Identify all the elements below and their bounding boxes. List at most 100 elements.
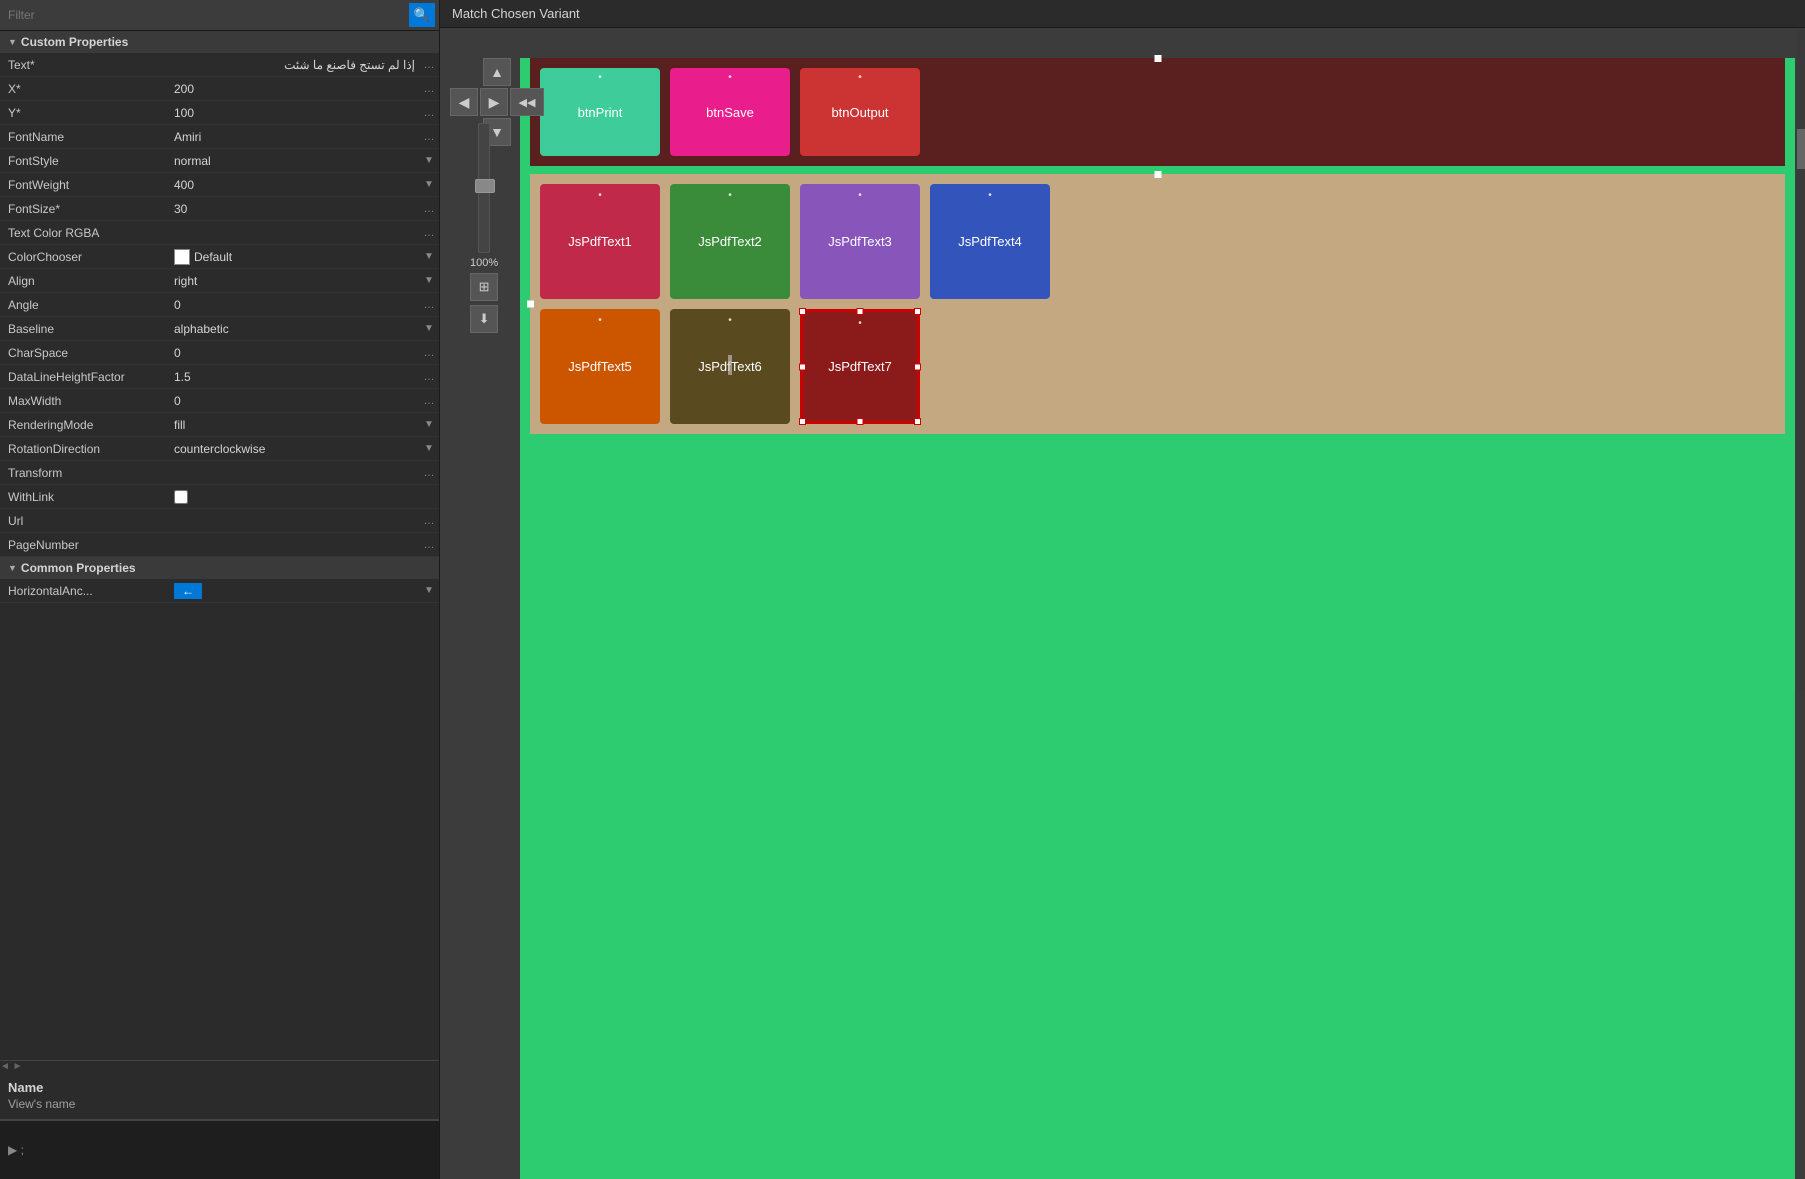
triangle-icon: ▼ — [8, 37, 17, 47]
pdf-text-4[interactable]: JsPdfText4 — [930, 184, 1050, 299]
prop-dropdown-fontweight[interactable]: ▼ — [419, 175, 439, 195]
prop-label-url: Url — [0, 511, 170, 531]
pdf-text-3[interactable]: JsPdfText3 — [800, 184, 920, 299]
pdf-text-1[interactable]: JsPdfText1 — [540, 184, 660, 299]
btn-save[interactable]: btnSave — [670, 68, 790, 156]
common-properties-header[interactable]: ▼ Common Properties — [0, 557, 439, 579]
right-panel: Match Chosen Variant ▲ ◀ ▶ ◀◀ ▼ 100% ⊞ ⬇ — [440, 0, 1805, 1179]
prop-row-textcolor: Text Color RGBA … — [0, 221, 439, 245]
section-handle-top — [1154, 55, 1161, 62]
triangle-icon-common: ▼ — [8, 563, 17, 573]
prop-row-horizontalanchor: HorizontalAnc... ← ▼ — [0, 579, 439, 603]
prop-dropdown-colorchooser[interactable]: ▼ — [419, 247, 439, 267]
prop-value-x: 200 — [170, 79, 419, 99]
btn-print[interactable]: btnPrint — [540, 68, 660, 156]
handle-rc — [914, 363, 921, 370]
pdf-text-5-label: JsPdfText5 — [568, 359, 632, 374]
prop-btn-datalineheight[interactable]: … — [419, 367, 439, 387]
prop-btn-angle[interactable]: … — [419, 295, 439, 315]
bottom-section-handle-top — [1154, 171, 1161, 178]
pdf-text-2[interactable]: JsPdfText2 — [670, 184, 790, 299]
pdf-text-5[interactable]: JsPdfText5 — [540, 309, 660, 424]
color-swatch — [174, 249, 190, 265]
prop-row-rotationdirection: RotationDirection counterclockwise ▼ — [0, 437, 439, 461]
name-label: Name — [8, 1080, 431, 1095]
prop-label-align: Align — [0, 271, 170, 291]
btn-output[interactable]: btnOutput — [800, 68, 920, 156]
prop-btn-text[interactable]: … — [419, 55, 439, 75]
btn-print-label: btnPrint — [578, 105, 623, 120]
prop-btn-maxwidth[interactable]: … — [419, 391, 439, 411]
prop-row-text: Text* إذا لم تستج فاصنع ما شئت … — [0, 53, 439, 77]
pdf-row-2: JsPdfText5 JsPdfText6 — [540, 309, 1775, 424]
filter-search-button[interactable]: 🔍 — [409, 3, 435, 27]
nav-up-button[interactable]: ▲ — [483, 58, 511, 86]
prop-dropdown-horizontalanchor[interactable]: ▼ — [419, 581, 439, 601]
zoom-fit-button[interactable]: ⊞ — [470, 273, 498, 301]
prop-btn-transform[interactable]: … — [419, 463, 439, 483]
prop-label-rotationdirection: RotationDirection — [0, 439, 170, 459]
prop-row-baseline: Baseline alphabetic ▼ — [0, 317, 439, 341]
top-bar-title: Match Chosen Variant — [452, 6, 580, 21]
zoom-slider-thumb[interactable] — [475, 179, 495, 193]
prop-label-withlink: WithLink — [0, 487, 170, 507]
prop-label-fontname: FontName — [0, 127, 170, 147]
prop-btn-url[interactable]: … — [419, 511, 439, 531]
prop-row-maxwidth: MaxWidth 0 … — [0, 389, 439, 413]
nav-left-button[interactable]: ◀ — [450, 88, 478, 116]
prop-dropdown-align[interactable]: ▼ — [419, 271, 439, 291]
prop-row-colorchooser: ColorChooser Default ▼ — [0, 245, 439, 269]
nav-right-button[interactable]: ▶ — [480, 88, 508, 116]
btn-save-label: btnSave — [706, 105, 754, 120]
prop-row-angle: Angle 0 … — [0, 293, 439, 317]
prop-btn-textcolor[interactable]: … — [419, 223, 439, 243]
green-background: btnPrint btnSave btnOutput — [520, 58, 1795, 1179]
canvas-area: ▲ ◀ ▶ ◀◀ ▼ 100% ⊞ ⬇ — [440, 28, 1805, 1179]
prop-checkbox-withlink[interactable] — [174, 490, 188, 504]
prop-row-y: Y* 100 … — [0, 101, 439, 125]
zoom-label: 100% — [470, 257, 498, 269]
prop-value-rotationdirection: counterclockwise — [170, 439, 419, 459]
prop-dropdown-fontstyle[interactable]: ▼ — [419, 151, 439, 171]
prop-dropdown-rotationdirection[interactable]: ▼ — [419, 439, 439, 459]
nav-collapse-button[interactable]: ◀◀ — [510, 88, 544, 116]
prop-dropdown-renderingmode[interactable]: ▼ — [419, 415, 439, 435]
handle-bc — [857, 418, 864, 425]
prop-value-datalineheight: 1.5 — [170, 367, 419, 387]
scroll-arrows: ◄ ► — [0, 1061, 23, 1072]
prop-row-fontweight: FontWeight 400 ▼ — [0, 173, 439, 197]
zoom-controls: 100% ⊞ ⬇ — [470, 123, 498, 333]
prop-value-angle: 0 — [170, 295, 419, 315]
prop-btn-charspace[interactable]: … — [419, 343, 439, 363]
prop-label-fontsize: FontSize* — [0, 199, 170, 219]
prop-btn-y[interactable]: … — [419, 103, 439, 123]
prop-label-fontstyle: FontStyle — [0, 151, 170, 171]
prop-dropdown-baseline[interactable]: ▼ — [419, 319, 439, 339]
prop-row-url: Url … — [0, 509, 439, 533]
pdf-text-3-label: JsPdfText3 — [828, 234, 892, 249]
prop-row-x: X* 200 … — [0, 77, 439, 101]
prop-btn-fontsize[interactable]: … — [419, 199, 439, 219]
prop-label-fontweight: FontWeight — [0, 175, 170, 195]
pdf-text-6[interactable]: JsPdfText6 — [670, 309, 790, 424]
prop-value-url — [170, 518, 419, 524]
prop-value-transform — [170, 470, 419, 476]
prop-btn-fontname[interactable]: … — [419, 127, 439, 147]
prop-label-pagenumber: PageNumber — [0, 535, 170, 555]
pdf-text-7-label: JsPdfText7 — [828, 359, 892, 374]
terminal-area: ▶ ; — [0, 1119, 439, 1179]
left-panel: 🔍 ▼ Custom Properties Text* إذا لم تستج … — [0, 0, 440, 1179]
prop-btn-x[interactable]: … — [419, 79, 439, 99]
prop-row-fontsize: FontSize* 30 … — [0, 197, 439, 221]
pdf-text-7[interactable]: JsPdfText7 — [800, 309, 920, 424]
prop-btn-pagenumber[interactable]: … — [419, 535, 439, 555]
zoom-export-button[interactable]: ⬇ — [470, 305, 498, 333]
prop-value-fontname: Amiri — [170, 127, 419, 147]
bottom-section: JsPdfText1 JsPdfText2 JsPdfText3 JsPdfTe… — [530, 174, 1785, 434]
nav-row-top: ▲ — [483, 58, 511, 86]
pdf-row-1: JsPdfText1 JsPdfText2 JsPdfText3 JsPdfTe… — [540, 184, 1775, 299]
prop-row-fontstyle: FontStyle normal ▼ — [0, 149, 439, 173]
prop-label-x: X* — [0, 79, 170, 99]
filter-input[interactable] — [4, 6, 409, 24]
custom-properties-header[interactable]: ▼ Custom Properties — [0, 31, 439, 53]
